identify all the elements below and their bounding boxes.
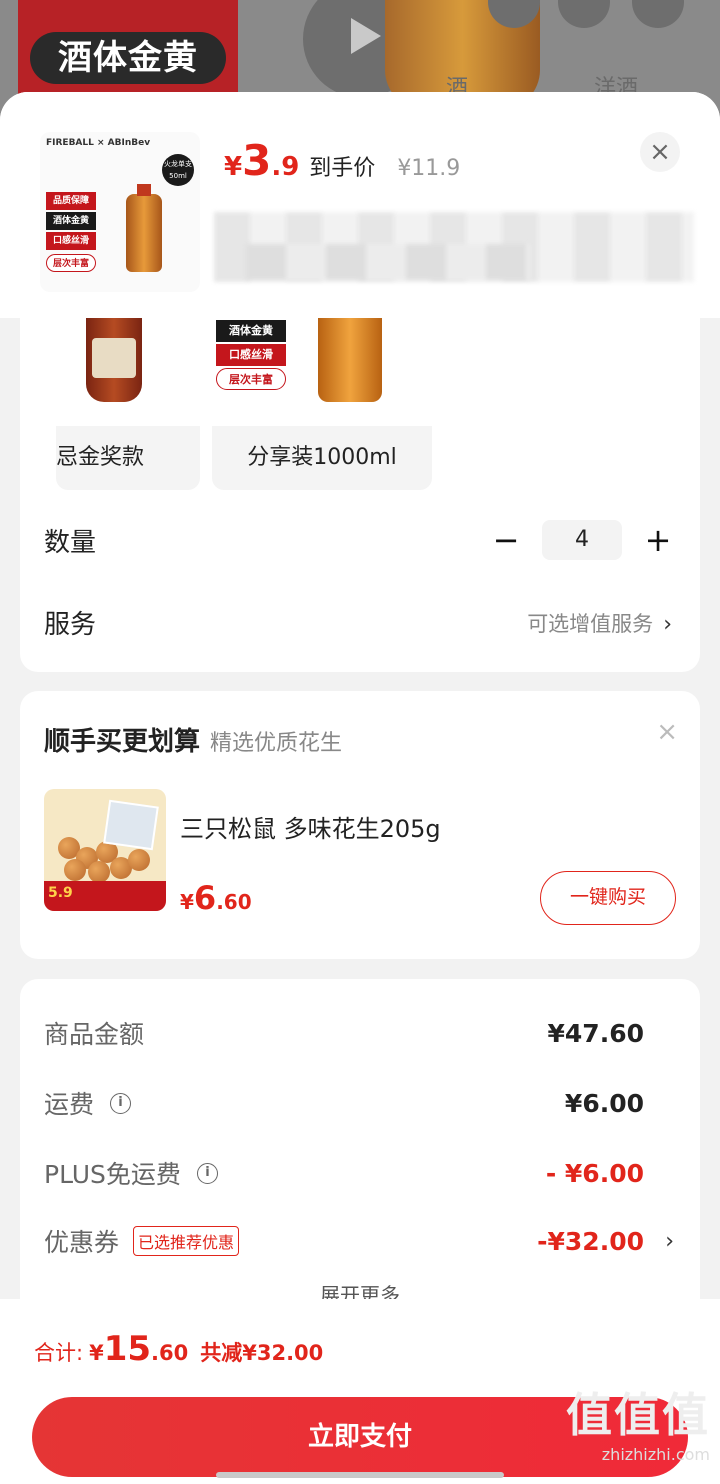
variant-label: 忌金奖款 — [56, 445, 145, 470]
add-on-header: 顺手买更划算 精选优质花生 — [44, 721, 342, 758]
price-symbol: ¥ — [180, 890, 194, 914]
more-icon — [632, 0, 684, 28]
shipping-row: 运费 i ¥6.00 — [44, 1085, 644, 1121]
service-row[interactable]: 服务 可选增值服务 › — [44, 604, 672, 641]
coupon-row[interactable]: 优惠券 已选推荐优惠 -¥32.00 › — [44, 1223, 674, 1259]
variant-tag: 酒体金黄 — [216, 320, 286, 342]
thumb-tag: 口感丝滑 — [46, 232, 96, 250]
service-label: 服务 — [44, 610, 97, 640]
thumb-tag: 层次丰富 — [46, 254, 96, 272]
bottle-image — [126, 184, 162, 272]
promo-bar: 5.9 — [44, 881, 166, 911]
promo-price: 5.9 — [48, 885, 73, 901]
summary-value: ¥47.60 — [547, 1018, 644, 1048]
total-saving: 共减¥32.00 — [200, 1341, 324, 1365]
price-integer: 15 — [103, 1329, 152, 1369]
plus-free-shipping-row: PLUS免运费 i - ¥6.00 — [44, 1155, 644, 1191]
background-badge: 酒体金黄 — [30, 32, 226, 84]
product-header: FIREBALL × ABInBev 火龙单支50ml 品质保障 酒体金黄 口感… — [0, 92, 720, 318]
price-label: 到手价 — [309, 156, 376, 181]
coupon-tag: 已选推荐优惠 — [133, 1226, 240, 1256]
price-symbol: ¥ — [224, 152, 243, 182]
summary-key: 优惠券 — [44, 1228, 120, 1257]
price-integer: 3 — [242, 136, 272, 185]
purchase-sheet: 忌金奖款 酒体金黄 口感丝滑 层次丰富 分享装1000ml 数量 − 4 + 服… — [0, 92, 720, 1484]
close-button[interactable]: × — [640, 132, 680, 172]
variant-option[interactable]: 酒体金黄 口感丝滑 层次丰富 分享装1000ml — [212, 318, 432, 490]
watermark-site: zhizhizhi.com — [601, 1445, 710, 1464]
thumb-tag: 品质保障 — [46, 192, 96, 210]
price-symbol: ¥ — [89, 1341, 104, 1365]
close-icon[interactable]: × — [656, 717, 678, 747]
variant-option[interactable]: 忌金奖款 — [56, 318, 200, 490]
add-on-title: 顺手买更划算 — [44, 727, 201, 757]
checkout-bar: 合计: ¥ 15 .60 共减¥32.00 立即支付 值值值 zhizhizhi… — [0, 1299, 720, 1484]
add-on-price: ¥ 6 .60 — [180, 879, 252, 917]
photo-image — [103, 799, 159, 851]
close-icon: × — [649, 137, 671, 167]
price-decimal: .9 — [271, 152, 300, 182]
price-decimal: .60 — [151, 1341, 189, 1365]
product-thumbnail: FIREBALL × ABInBev 火龙单支50ml 品质保障 酒体金黄 口感… — [40, 132, 200, 292]
chevron-right-icon: › — [663, 611, 672, 637]
variant-label: 分享装1000ml — [247, 445, 397, 470]
quantity-label: 数量 — [44, 527, 97, 558]
total-label: 合计: — [34, 1341, 84, 1365]
service-hint: 可选增值服务 — [527, 611, 654, 636]
blurred-selection-text — [246, 244, 530, 280]
whiskey-bottle-image — [86, 318, 142, 402]
summary-value: ¥6.00 — [564, 1088, 644, 1118]
info-icon[interactable]: i — [110, 1092, 132, 1114]
summary-value: - ¥6.00 — [545, 1158, 644, 1188]
price-decimal: .60 — [216, 890, 252, 914]
variant-tag: 口感丝滑 — [216, 344, 286, 366]
total-price: 合计: ¥ 15 .60 共减¥32.00 — [34, 1329, 323, 1369]
quantity-row: 数量 − 4 + — [44, 520, 672, 560]
summary-value: -¥32.00 — [537, 1226, 644, 1256]
variant-image: 酒体金黄 口感丝滑 层次丰富 — [212, 318, 432, 426]
thumb-tag: 酒体金黄 — [46, 212, 96, 230]
chevron-right-icon: › — [665, 1228, 674, 1254]
variant-image — [56, 318, 200, 426]
price-integer: 6 — [193, 879, 217, 917]
summary-key: 运费 — [44, 1090, 95, 1119]
watermark-logo: 值值值 — [566, 1388, 710, 1442]
original-price: ¥11.9 — [397, 156, 461, 181]
minus-button[interactable]: − — [492, 524, 520, 556]
plus-button[interactable]: + — [644, 524, 672, 556]
add-on-product-name: 三只松鼠 多味花生205g — [180, 815, 441, 843]
home-indicator[interactable] — [216, 1472, 504, 1478]
variant-tag: 层次丰富 — [216, 368, 286, 390]
info-icon[interactable]: i — [196, 1162, 218, 1184]
add-on-product-image: 5.9 — [44, 789, 166, 911]
add-on-subtitle: 精选优质花生 — [210, 731, 343, 756]
summary-key: PLUS免运费 — [44, 1160, 181, 1189]
quantity-input[interactable]: 4 — [542, 520, 622, 560]
forward-icon — [558, 0, 610, 28]
quantity-stepper: − 4 + — [492, 520, 672, 560]
brand-logo: FIREBALL × ABInBev — [46, 138, 151, 148]
whiskey-bottle-image — [318, 318, 382, 402]
add-on-card: 顺手买更划算 精选优质花生 × 5.9 三只松鼠 多味花生205g ¥ 6 .6… — [20, 691, 700, 959]
watermark: 值值值 zhizhizhi.com — [566, 1379, 710, 1464]
size-badge: 火龙单支50ml — [162, 154, 194, 186]
one-click-buy-button[interactable]: 一键购买 — [540, 871, 676, 925]
summary-key: 商品金额 — [44, 1020, 145, 1049]
subtotal-row: 商品金额 ¥47.60 — [44, 1015, 644, 1051]
final-price: ¥ 3 .9 到手价 ¥11.9 — [224, 136, 460, 185]
